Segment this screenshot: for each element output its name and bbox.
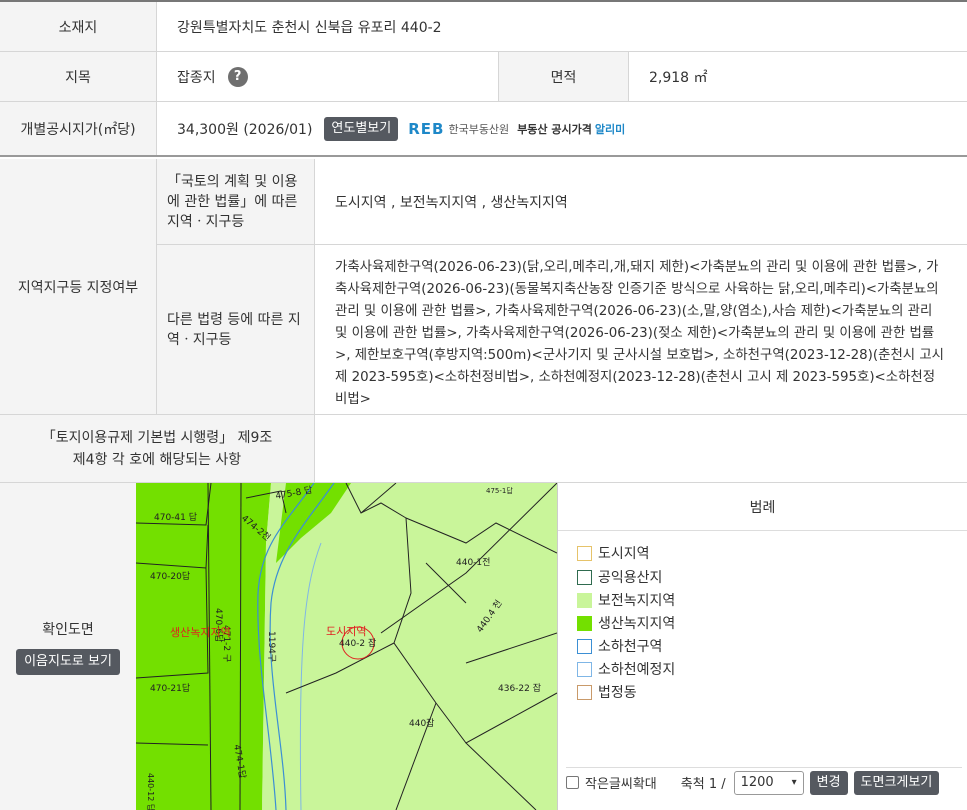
zone-label-urban: 도시지역 <box>326 625 366 638</box>
scale-select[interactable]: 1200 ▾ <box>733 770 804 795</box>
legend-item: 생산녹지지역 <box>577 613 675 633</box>
row-category-area: 지목 잡종지 ? 면적 2,918 ㎡ <box>0 52 967 102</box>
large-map-button[interactable]: 도면크게보기 <box>853 770 940 795</box>
yearly-view-button[interactable]: 연도별보기 <box>324 116 399 141</box>
parcel-label: 440.4 천 <box>474 598 504 635</box>
zoning-label: 지역지구등 지정여부 <box>0 159 156 414</box>
row-location: 소재지 강원특별자치도 춘천시 신북읍 유포리 440-2 <box>0 2 967 52</box>
map-label-cell: 확인도면 이음지도로 보기 <box>0 483 136 810</box>
zone-label-production: 생산녹지지역 <box>170 626 231 639</box>
parcel-label: 440잡 <box>409 717 434 729</box>
map-svg: 470-41 답 470-20답 470-21답 470-6답 475-8 답 … <box>136 483 557 810</box>
enlarge-text-checkbox[interactable] <box>566 776 579 789</box>
enforcement-value <box>314 415 967 482</box>
legend-item: 소하천구역 <box>577 636 662 656</box>
legend-swatch <box>577 569 592 585</box>
land-use-map[interactable]: 470-41 답 470-20답 470-21답 470-6답 475-8 답 … <box>136 483 557 810</box>
area-label: 면적 <box>498 52 628 101</box>
legend-title: 범례 <box>558 483 967 531</box>
legend-item: 도시지역 <box>577 543 650 563</box>
zoning-other-row: 다른 법령 등에 따른 지역ㆍ지구등 가축사육제한구역(2026-06-23)(… <box>156 245 967 414</box>
official-price-value: 34,300원 (2026/01) <box>177 121 313 138</box>
parcel-label: 470-21답 <box>150 682 190 694</box>
production-green-zone <box>136 483 271 810</box>
legend-item: 법정동 <box>577 682 637 702</box>
legend-item: 소하천예정지 <box>577 659 675 679</box>
row-official-price: 개별공시지가(㎡당) 34,300원 (2026/01) 연도별보기 REB 한… <box>0 102 967 157</box>
enforcement-label: 「토지이용규제 기본법 시행령」 제9조 제4항 각 호에 해당되는 사항 <box>0 415 314 482</box>
reb-service-accent: 알리미 <box>594 122 626 136</box>
zoning-national-row: 「국토의 계획 및 이용에 관한 법률」에 따른 지역ㆍ지구등 도시지역 , 보… <box>156 159 967 245</box>
parcel-label: 436-22 잡 <box>498 682 541 694</box>
chevron-down-icon: ▾ <box>791 777 797 788</box>
river-line-3 <box>299 542 322 810</box>
area-value: 2,918 ㎡ <box>628 52 967 101</box>
land-category-label: 지목 <box>0 52 156 101</box>
parcel-label: 440-12 답 <box>146 773 156 810</box>
reb-logo: REB <box>408 119 445 138</box>
parcel-label: 470-20답 <box>150 570 190 582</box>
map-label: 확인도면 <box>42 621 94 638</box>
legend-swatch <box>577 615 592 631</box>
parcel-label: 440-1전 <box>456 557 490 568</box>
scale-change-button[interactable]: 변경 <box>809 770 848 795</box>
parcel-label: 1194구 <box>266 631 277 662</box>
legend-swatch <box>577 661 592 677</box>
national-plan-label: 「국토의 계획 및 이용에 관한 법률」에 따른 지역ㆍ지구등 <box>156 159 314 244</box>
legend-swatch <box>577 545 592 561</box>
land-use-table: 소재지 강원특별자치도 춘천시 신북읍 유포리 440-2 지목 잡종지 ? 면… <box>0 0 967 810</box>
other-laws-label: 다른 법령 등에 따른 지역ㆍ지구등 <box>156 245 314 414</box>
enlarge-text-label: 작은글씨확대 <box>585 777 657 792</box>
legend-swatch <box>577 592 592 608</box>
parcel-label: 440-2 잡 <box>339 637 376 649</box>
row-zoning: 지역지구등 지정여부 「국토의 계획 및 이용에 관한 법률」에 따른 지역ㆍ지… <box>0 159 967 415</box>
row-map: 확인도면 이음지도로 보기 470-41 답 470-20답 470-21답 4… <box>0 483 967 810</box>
row-enforcement: 「토지이용규제 기본법 시행령」 제9조 제4항 각 호에 해당되는 사항 <box>0 415 967 483</box>
view-in-map-button[interactable]: 이음지도로 보기 <box>16 648 120 675</box>
parcel-label: 475-1답 <box>486 486 513 495</box>
official-price-cell: 34,300원 (2026/01) 연도별보기 REB 한국부동산원 부동산 공… <box>156 102 967 155</box>
legend-item: 공익용산지 <box>577 567 662 587</box>
location-label: 소재지 <box>0 2 156 51</box>
legend-swatch <box>577 684 592 700</box>
official-price-label: 개별공시지가(㎡당) <box>0 102 156 155</box>
land-category-cell: 잡종지 ? <box>156 52 498 101</box>
reb-name: 한국부동산원 <box>448 122 510 136</box>
reb-link[interactable]: REB 한국부동산원 부동산 공시가격 알리미 <box>408 120 625 138</box>
question-circle-icon[interactable]: ? <box>227 66 248 87</box>
legend-swatch <box>577 638 592 654</box>
reb-service: 부동산 공시가격 <box>517 122 592 136</box>
national-plan-value: 도시지역 , 보전녹지지역 , 생산녹지지역 <box>314 159 967 244</box>
legend-item: 보전녹지지역 <box>577 590 675 610</box>
scale-label: 축척 1 / <box>680 777 726 792</box>
location-value: 강원특별자치도 춘천시 신북읍 유포리 440-2 <box>156 2 967 51</box>
parcel-label: 470-41 답 <box>154 511 197 523</box>
other-laws-value: 가축사육제한구역(2026-06-23)(닭,오리,메추리,개,돼지 제한)<가… <box>314 245 967 414</box>
map-controls: 작은글씨확대 축척 1 / 1200 ▾ 변경 도면크게보기 <box>566 767 962 797</box>
land-category-value: 잡종지 <box>177 69 216 86</box>
